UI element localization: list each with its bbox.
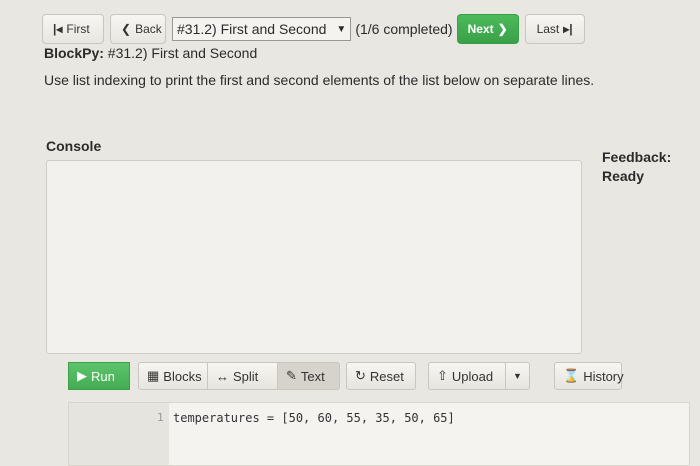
assignment-select[interactable]: #31.2) First and Second ▼: [172, 17, 352, 41]
back-button[interactable]: ❮ Back: [110, 14, 166, 44]
feedback-label: Feedback:: [602, 149, 672, 165]
blocks-icon: ▦: [147, 368, 160, 383]
upload-dropdown-button[interactable]: ▼: [506, 362, 530, 390]
split-button[interactable]: ↔ Split: [208, 362, 278, 390]
back-label: Back: [135, 22, 162, 36]
last-icon: ▸|: [563, 22, 573, 36]
hourglass-icon: ⌛: [563, 368, 580, 383]
editor-toolbar: ▶ Run ▦ Blocks ↔ Split ✎ Text ↻ Reset ⇧ …: [68, 362, 624, 390]
chevron-left-icon: ❮: [121, 22, 132, 36]
assignment-nav: |◂ First ❮ Back #31.2) First and Second …: [42, 12, 591, 46]
feedback-status: Ready: [602, 168, 645, 184]
next-button[interactable]: Next ❯: [456, 14, 519, 44]
text-label: Text: [300, 368, 325, 384]
last-button[interactable]: Last ▸|: [524, 14, 585, 44]
console-label: Console: [46, 138, 102, 154]
feedback-panel: Feedback: Ready: [602, 148, 671, 186]
refresh-icon: ↻: [355, 368, 366, 383]
caret-down-icon: ▼: [336, 23, 347, 35]
run-label: Run: [91, 368, 115, 384]
blocks-label: Blocks: [163, 368, 202, 384]
assignment-title: #31.2) First and Second: [103, 45, 258, 61]
last-label: Last: [536, 22, 560, 36]
page-title: BlockPy: #31.2) First and Second: [44, 44, 257, 62]
upload-button[interactable]: ⇧ Upload: [428, 362, 506, 390]
play-icon: ▶: [77, 368, 87, 383]
first-label: First: [66, 22, 90, 36]
upload-icon: ⇧: [437, 368, 448, 383]
history-button[interactable]: ⌛ History: [554, 362, 624, 390]
pencil-icon: ✎: [286, 368, 297, 383]
split-arrows-icon: ↔: [216, 368, 229, 384]
chevron-right-icon: ❯: [497, 22, 508, 36]
editor-gutter: [69, 403, 169, 465]
next-label: Next: [467, 22, 494, 36]
code-editor[interactable]: 1 temperatures = [50, 60, 55, 35, 50, 65…: [68, 402, 690, 466]
app-name: BlockPy:: [44, 45, 104, 61]
first-button[interactable]: |◂ First: [42, 14, 104, 44]
reset-button[interactable]: ↻ Reset: [346, 362, 416, 390]
code-line[interactable]: temperatures = [50, 60, 55, 35, 50, 65]: [173, 411, 455, 425]
assignment-select-value: #31.2) First and Second: [177, 21, 327, 37]
split-label: Split: [233, 368, 259, 384]
run-button[interactable]: ▶ Run: [68, 362, 130, 390]
text-button[interactable]: ✎ Text: [278, 362, 340, 390]
upload-label: Upload: [451, 368, 494, 384]
blocks-button[interactable]: ▦ Blocks: [138, 362, 208, 390]
progress-text: (1/6 completed): [355, 21, 453, 37]
line-number: 1: [157, 411, 164, 424]
instructions-text: Use list indexing to print the first and…: [44, 72, 595, 88]
caret-down-icon: ▼: [513, 371, 522, 381]
history-label: History: [583, 368, 624, 384]
console-output[interactable]: [46, 160, 582, 354]
first-icon: |◂: [53, 22, 63, 36]
reset-label: Reset: [369, 368, 404, 384]
